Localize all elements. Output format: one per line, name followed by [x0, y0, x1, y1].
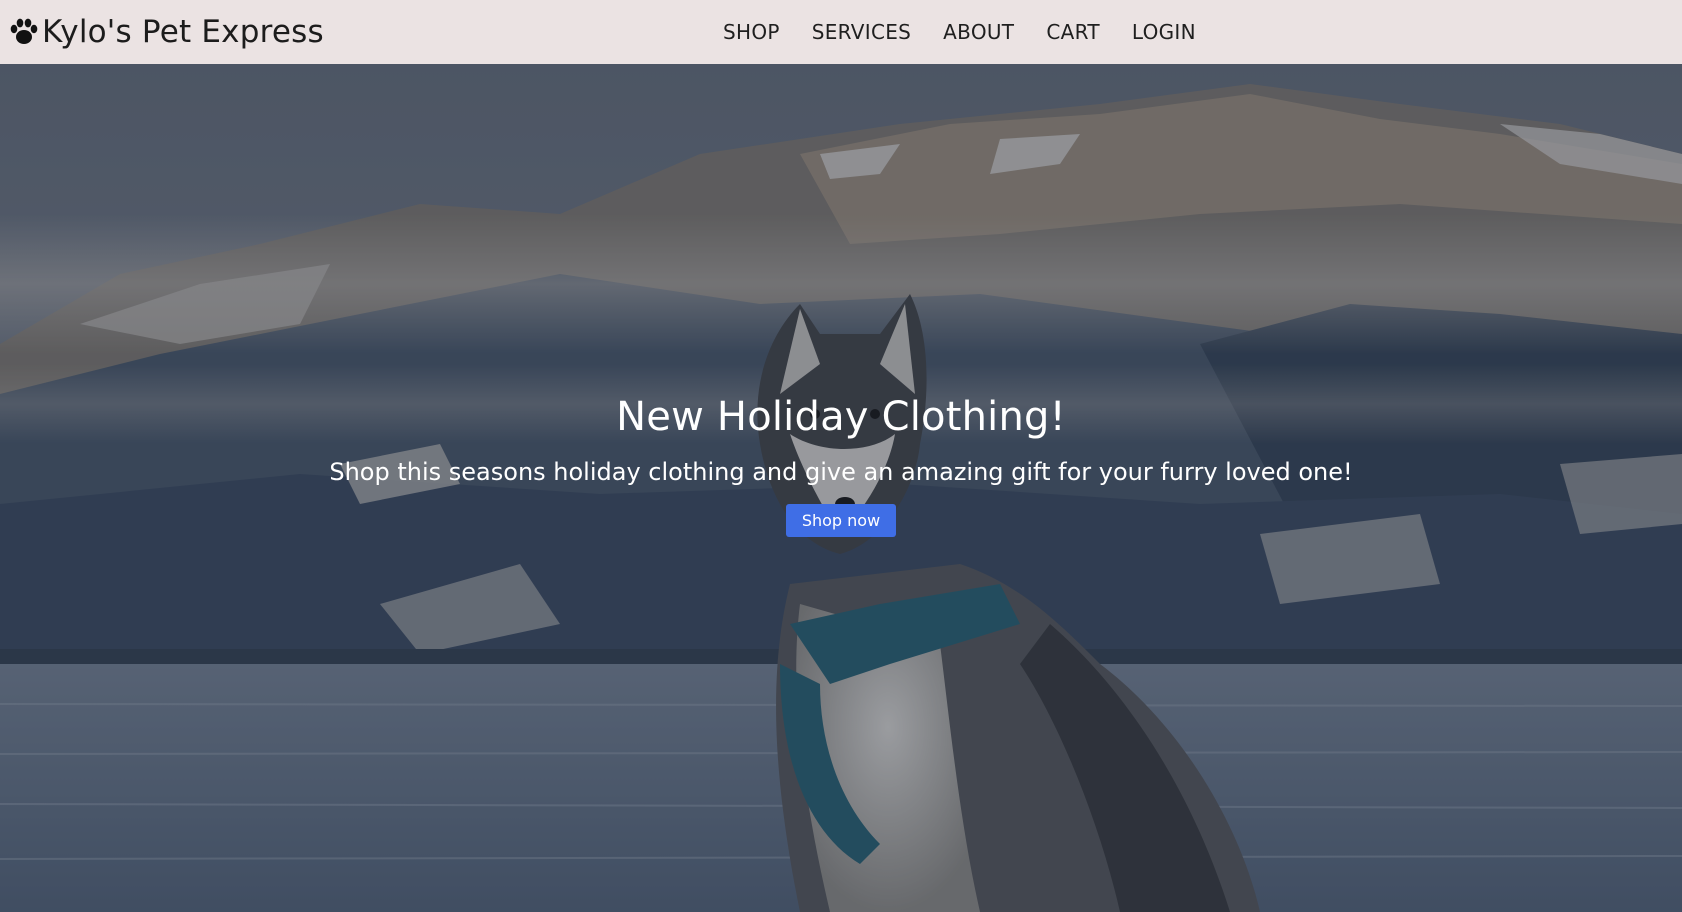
hero-banner: New Holiday Clothing! Shop this seasons …: [0, 64, 1682, 912]
nav-link-about[interactable]: ABOUT: [943, 20, 1014, 44]
brand-name: Kylo's Pet Express: [42, 14, 324, 50]
nav-link-services[interactable]: SERVICES: [812, 20, 911, 44]
hero-title: New Holiday Clothing!: [616, 394, 1066, 440]
main-nav: SHOP SERVICES ABOUT CART LOGIN: [723, 0, 1228, 64]
brand-logo-link[interactable]: Kylo's Pet Express: [8, 0, 324, 64]
navbar: Kylo's Pet Express SHOP SERVICES ABOUT C…: [0, 0, 1682, 65]
paw-icon: [8, 16, 40, 48]
nav-link-login[interactable]: LOGIN: [1132, 20, 1196, 44]
shop-now-button[interactable]: Shop now: [785, 504, 897, 537]
hero-content: New Holiday Clothing! Shop this seasons …: [0, 394, 1682, 537]
nav-link-shop[interactable]: SHOP: [723, 20, 780, 44]
nav-link-cart[interactable]: CART: [1046, 20, 1100, 44]
hero-subtitle: Shop this seasons holiday clothing and g…: [329, 458, 1353, 486]
